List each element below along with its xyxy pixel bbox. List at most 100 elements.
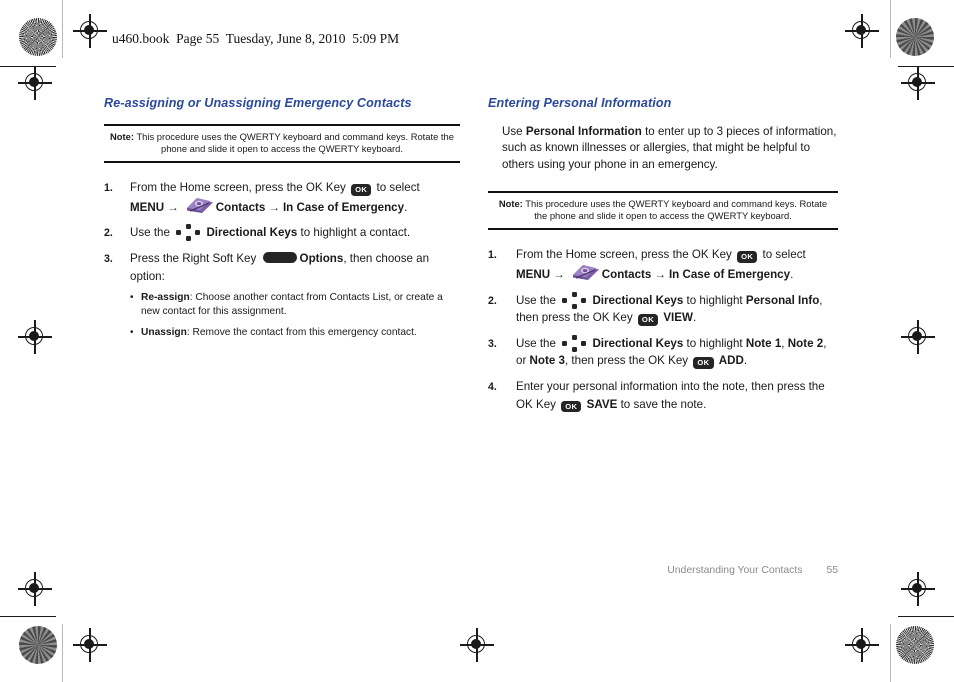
right-step-4-text-b: to save the note.	[620, 397, 707, 411]
right-step-2-period: .	[692, 311, 697, 325]
arrow-icon-2: →	[268, 200, 280, 214]
trim-line-right-bottom	[890, 624, 891, 682]
right-soft-key-icon	[262, 251, 297, 263]
trim-line-left	[62, 0, 63, 58]
left-step-3-text-a: Press the Right Soft Key	[130, 251, 257, 265]
right-intro-text-a: Use	[502, 125, 523, 138]
right-step-list: 1. From the Home screen, press the OK Ke…	[488, 246, 838, 413]
left-step-2-dir-label: Directional Keys	[206, 226, 298, 240]
directional-keys-icon	[561, 291, 587, 309]
right-step-3: 3. Use the Directional Keys to highlight…	[488, 334, 838, 370]
left-step-1-number: 1.	[104, 182, 113, 195]
right-note-text: This procedure uses the QWERTY keyboard …	[525, 198, 828, 222]
registration-mark-right-middle	[901, 320, 935, 354]
left-note-label: Note:	[110, 131, 134, 142]
print-density-star-mark-bottom-right	[896, 626, 934, 664]
right-step-2-target: Personal Info	[745, 293, 820, 307]
left-note-body: Note: This procedure uses the QWERTY key…	[106, 131, 458, 155]
right-step-3-body: Use the Directional Keys to highlight No…	[516, 334, 838, 370]
ok-key-icon: OK	[637, 314, 659, 326]
bullet-unassign-desc: : Remove the contact from this emergency…	[186, 327, 417, 339]
right-step-3-period: .	[743, 354, 748, 368]
right-step-1-text-a: From the Home screen, press the OK Key	[516, 248, 732, 262]
right-step-2-dir-label: Directional Keys	[592, 293, 684, 307]
arrow-icon: →	[167, 200, 179, 214]
bullet-unassign: • Unassign: Remove the contact from this…	[130, 326, 460, 340]
arrow-icon: →	[553, 268, 565, 282]
crop-line-top-left	[0, 66, 56, 67]
right-intro-bold: Personal Information	[525, 125, 642, 138]
left-step-1-text-a: From the Home screen, press the OK Key	[130, 181, 346, 195]
bullet-re-assign-term: Re-assign	[141, 292, 190, 304]
crop-line-bottom-right	[898, 616, 954, 617]
right-step-2-action: VIEW	[663, 311, 693, 325]
print-density-star-mark-top-left	[19, 18, 57, 56]
directional-keys-icon	[175, 224, 201, 242]
left-section-title: Re-assigning or Unassigning Emergency Co…	[104, 96, 412, 110]
left-step-1-contacts-label: Contacts	[215, 200, 266, 214]
print-density-web-mark-bottom-left	[19, 626, 57, 664]
right-step-1-body: From the Home screen, press the OK Key O…	[516, 246, 838, 283]
left-step-2-text-b: to highlight a contact.	[300, 226, 411, 240]
right-step-2-number: 2.	[488, 294, 497, 307]
contacts-app-icon	[570, 264, 600, 282]
ok-key-icon: OK	[561, 400, 582, 413]
left-step-2: 2. Use the Directional Keys to highlight…	[104, 224, 460, 242]
right-note-body: Note: This procedure uses the QWERTY key…	[490, 198, 836, 222]
right-step-2-text-b: to highlight	[686, 293, 743, 307]
right-step-1: 1. From the Home screen, press the OK Ke…	[488, 246, 838, 283]
left-step-1-menu-label: MENU	[130, 200, 165, 214]
left-step-2-number: 2.	[104, 227, 113, 240]
left-column: Re-assigning or Unassigning Emergency Co…	[104, 96, 460, 355]
right-step-3-dir-label: Directional Keys	[592, 336, 684, 350]
right-step-1-text-b: to select	[762, 248, 806, 262]
registration-mark-right-lower	[901, 572, 935, 606]
directional-keys-icon	[561, 334, 587, 352]
left-step-1-body: From the Home screen, press the OK Key O…	[130, 179, 460, 216]
left-step-2-text-a: Use the	[130, 226, 170, 240]
right-step-3-note3: Note 3	[529, 354, 565, 368]
bullet-dot-icon-2: •	[130, 327, 134, 339]
registration-mark-bottom-left	[73, 628, 107, 662]
right-step-3-note2: Note 2	[787, 336, 824, 350]
left-step-3: 3. Press the Right Soft Key Options, the…	[104, 250, 460, 347]
right-step-3-sep1: ,	[781, 336, 785, 350]
right-column: Entering Personal Information Use Person…	[488, 96, 838, 421]
right-step-3-note1: Note 1	[745, 336, 782, 350]
left-step-2-body: Use the Directional Keys to highlight a …	[130, 224, 460, 242]
footer-chapter-title: Understanding Your Contacts	[667, 565, 803, 576]
ok-key-icon: OK	[693, 357, 714, 370]
left-step-3-number: 3.	[104, 252, 113, 265]
right-step-4-number: 4.	[488, 381, 497, 394]
registration-mark-top-left	[73, 14, 107, 48]
bullet-unassign-term: Unassign	[141, 327, 187, 339]
registration-mark-top-right	[845, 14, 879, 48]
registration-mark-left-middle	[18, 320, 52, 354]
left-step-1: 1. From the Home screen, press the OK Ke…	[104, 179, 460, 216]
bullet-re-assign-text: Re-assign: Choose another contact from C…	[141, 291, 460, 319]
right-note-label: Note:	[498, 198, 523, 210]
left-note-text: This procedure uses the QWERTY keyboard …	[136, 131, 454, 155]
trim-line-right	[890, 0, 891, 58]
left-step-3-bullets: • Re-assign: Choose another contact from…	[130, 291, 460, 340]
contacts-app-icon	[184, 197, 214, 215]
file-header-stamp: u460.book Page 55 Tuesday, June 8, 2010 …	[112, 31, 400, 46]
left-step-list: 1. From the Home screen, press the OK Ke…	[104, 179, 460, 347]
right-step-1-menu-label: MENU	[516, 268, 551, 282]
right-step-1-contacts-label: Contacts	[601, 268, 652, 282]
ok-key-icon: OK	[737, 251, 758, 264]
registration-mark-left-lower	[18, 572, 52, 606]
trim-line-left-bottom	[62, 624, 63, 682]
registration-mark-bottom-center	[460, 628, 494, 662]
registration-mark-bottom-right	[845, 628, 879, 662]
right-intro-paragraph: Use Personal Information to enter up to …	[488, 124, 838, 173]
crop-line-bottom-left	[0, 616, 56, 617]
bullet-re-assign: • Re-assign: Choose another contact from…	[130, 291, 460, 319]
print-density-web-mark-top-right	[896, 18, 934, 56]
left-step-1-period: .	[404, 200, 408, 214]
right-step-2: 2. Use the Directional Keys to highlight…	[488, 291, 838, 327]
right-note-block: Note: This procedure uses the QWERTY key…	[488, 191, 838, 231]
right-step-3-text-a: Use the	[516, 336, 556, 350]
right-section-title: Entering Personal Information	[488, 96, 672, 110]
left-step-3-options-label: Options	[299, 251, 344, 265]
